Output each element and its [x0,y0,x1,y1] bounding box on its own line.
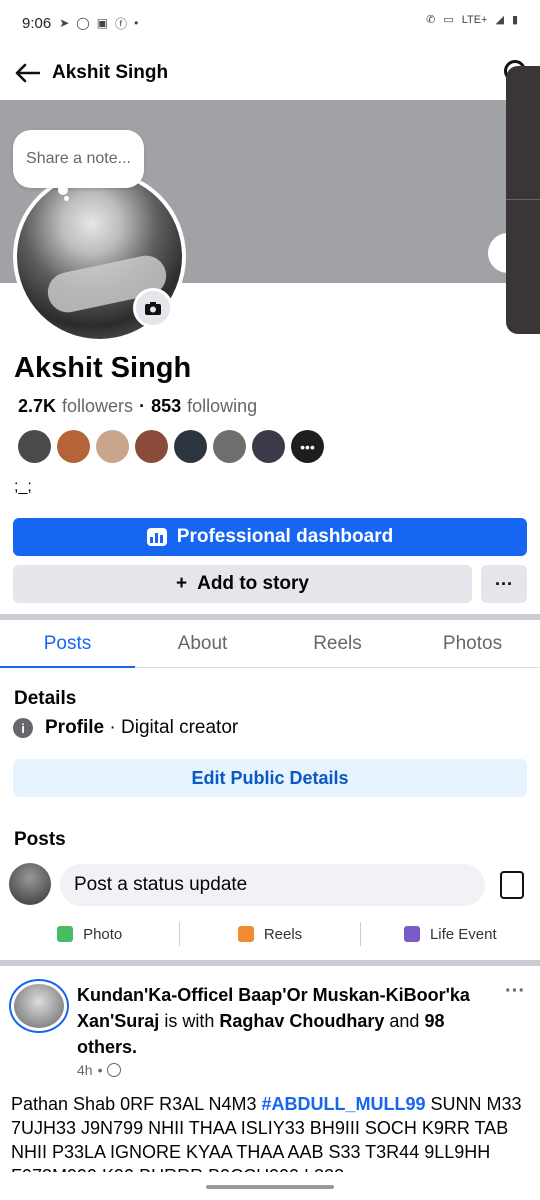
posts-heading: Posts [14,829,66,850]
status-update-input[interactable]: Post a status update [60,864,485,906]
whatsapp-icon: ◯ [76,16,90,30]
note-bubble-tail-small [64,196,69,201]
photo-action-label: Photo [83,925,123,943]
composer-avatar[interactable] [9,863,51,905]
details-heading: Details [14,688,77,709]
stats-separator: · [139,396,146,416]
tab-about[interactable]: About [135,620,270,667]
follower-avatar[interactable] [18,430,51,463]
facebook-icon: ⓕ [115,16,128,31]
globe-icon [107,1063,122,1077]
add-photo-icon[interactable] [500,871,524,899]
follower-avatar[interactable] [213,430,246,463]
battery-icon: ▮ [511,14,518,26]
meta-separator: • [97,1062,103,1078]
post-and-text: and [389,1011,420,1031]
professional-dashboard-button[interactable]: Professional dashboard [13,518,527,556]
floating-side-panel[interactable] [506,66,540,334]
telegram-icon: ➤ [59,16,70,30]
add-to-story-label: Add to story [197,573,309,594]
life-event-action-button[interactable]: Life Event [361,926,540,943]
panel-divider [506,199,540,200]
top-app-bar: Akshit Singh [0,46,540,100]
dashboard-icon [146,528,167,546]
add-to-story-button[interactable]: + Add to story [13,565,472,603]
info-icon: i [13,718,33,738]
tab-reels[interactable]: Reels [270,620,405,667]
tab-posts[interactable]: Posts [0,620,135,668]
edit-avatar-camera-icon[interactable] [133,288,173,328]
followers-count[interactable]: 2.7K [18,396,56,417]
profile-bio: ;_; [14,478,32,495]
tab-photos[interactable]: Photos [405,620,540,667]
status-time: 9:06 [22,14,52,32]
post-body: Pathan Shab 0RF R3AL N4M3 #ABDULL_MULL99… [11,1092,531,1172]
following-label[interactable]: following [187,396,257,417]
note-bubble-tail [58,185,68,195]
page-title: Akshit Singh [52,62,169,83]
profile-name: Akshit Singh [14,352,192,384]
notification-icons: ➤ ◯ ▣ ⓕ • [59,15,138,32]
flag-icon [403,926,420,942]
post-time[interactable]: 4h [77,1062,93,1078]
followers-label[interactable]: followers [62,396,133,417]
more-followers-icon[interactable]: ••• [291,430,324,463]
follower-avatars[interactable]: ••• [18,430,324,463]
follow-stats: 2.7K followers · 853 following [18,396,257,417]
more-dot-icon: • [134,16,139,30]
signal-icon: ◢ [495,14,504,26]
profile-category: · Digital creator [109,717,239,738]
network-label: LTE+ [461,13,488,26]
post-more-options-icon[interactable]: ··· [505,980,525,1003]
following-count[interactable]: 853 [151,396,181,417]
section-divider [0,960,540,966]
status-bar: 9:06 ➤ ◯ ▣ ⓕ • ✆ ▭ LTE+ ◢ ▮ [0,0,540,46]
professional-dashboard-label: Professional dashboard [176,526,394,547]
post-meta: 4h • [77,1062,122,1078]
profile-type-label: Profile [45,717,105,738]
share-note-bubble[interactable]: Share a note... [13,130,144,188]
post-hashtag[interactable]: #ABDULL_MULL99 [262,1094,426,1114]
post-header: Kundan'Ka-Officel Baap'Or Muskan-KiBoor'… [77,985,470,1057]
app-icon: ▣ [96,16,109,30]
follower-avatar[interactable] [252,430,285,463]
life-event-action-label: Life Event [429,925,497,943]
composer-quick-actions: Photo Reels Life Event [0,918,540,950]
follower-avatar[interactable] [57,430,90,463]
home-indicator[interactable] [206,1185,334,1189]
follower-avatar[interactable] [174,430,207,463]
back-arrow-icon[interactable] [12,58,42,88]
post-tagged-user[interactable]: Raghav Choudhary [219,1011,384,1031]
edit-public-details-button[interactable]: Edit Public Details [13,759,527,797]
details-profile-row: i Profile · Digital creator [13,717,238,739]
system-icons: ✆ ▭ LTE+ ◢ ▮ [426,13,518,27]
post-with-text: is with [164,1011,215,1031]
reels-action-button[interactable]: Reels [180,926,359,943]
reels-action-label: Reels [263,925,303,943]
reels-icon [237,926,254,942]
cast-icon: ▭ [443,14,454,26]
call-icon: ✆ [426,14,436,26]
post-text-before: Pathan Shab 0RF R3AL N4M3 [11,1094,257,1114]
post-author-avatar[interactable] [14,984,64,1028]
follower-avatar[interactable] [135,430,168,463]
plus-icon: + [176,573,188,594]
photo-action-button[interactable]: Photo [0,926,179,943]
more-options-button[interactable]: ··· [481,565,527,603]
profile-tabs: Posts About Reels Photos [0,620,540,668]
photo-icon [57,926,74,942]
follower-avatar[interactable] [96,430,129,463]
